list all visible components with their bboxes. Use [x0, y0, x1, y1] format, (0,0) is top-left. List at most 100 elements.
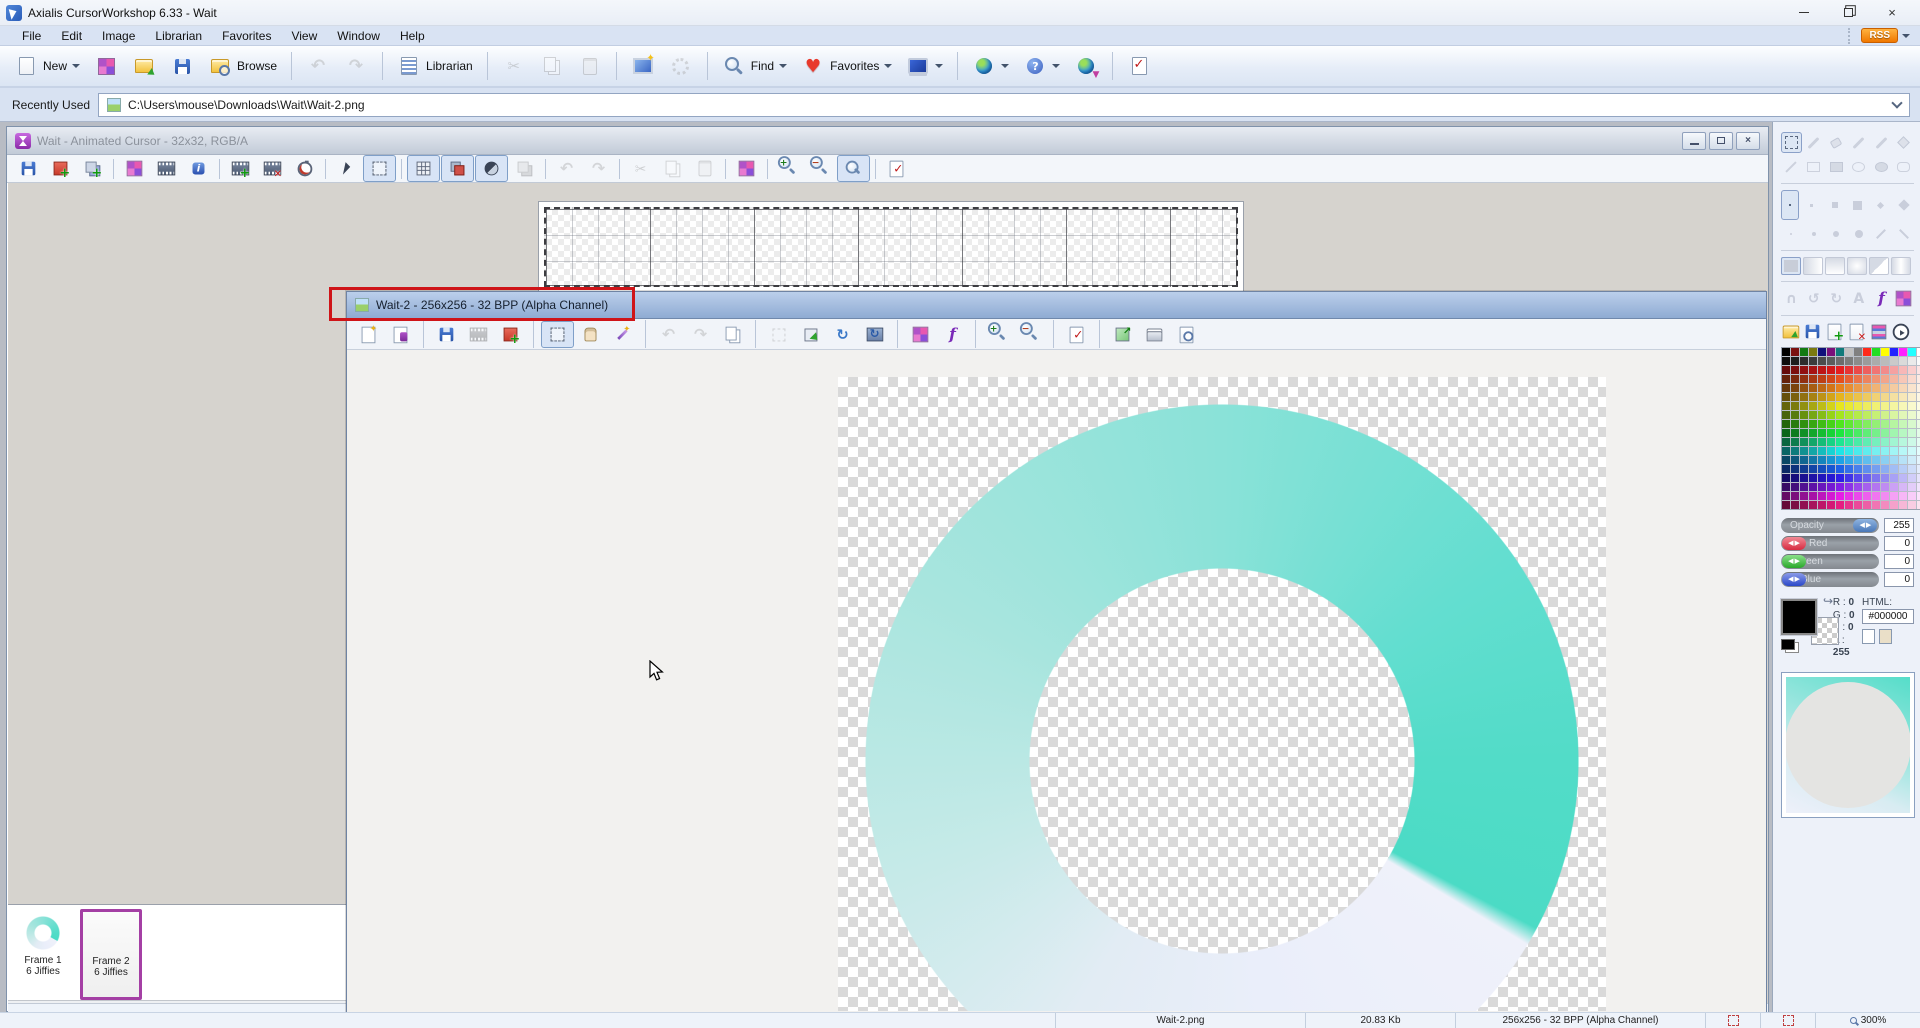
palette-color[interactable] [1863, 402, 1871, 410]
palette-color[interactable] [1899, 465, 1907, 473]
palette-color[interactable] [1872, 384, 1880, 392]
verify-icon[interactable] [1061, 322, 1092, 347]
palette-color[interactable] [1809, 411, 1817, 419]
frame-add-icon[interactable] [495, 322, 526, 347]
favorites-dropdown-icon[interactable] [884, 64, 892, 68]
palette-color[interactable] [1827, 411, 1835, 419]
palette-color[interactable] [1845, 429, 1853, 437]
open-icon[interactable] [126, 51, 162, 81]
palette-color[interactable] [1800, 384, 1808, 392]
palette-color[interactable] [1872, 465, 1880, 473]
palette-color[interactable] [1845, 348, 1853, 356]
palette-color[interactable] [1818, 357, 1826, 365]
palette-color[interactable] [1809, 492, 1817, 500]
palette-color[interactable] [1827, 420, 1835, 428]
palette-color[interactable] [1908, 411, 1916, 419]
image-canvas[interactable] [348, 351, 1765, 1011]
palette-color[interactable] [1908, 420, 1916, 428]
palette-color[interactable] [1872, 501, 1880, 509]
palette-color[interactable] [1809, 384, 1817, 392]
palette-color[interactable] [1854, 411, 1862, 419]
palette-color[interactable] [1899, 438, 1907, 446]
palette-color[interactable] [1863, 474, 1871, 482]
palette-color[interactable] [1782, 483, 1790, 491]
librarian-button[interactable]: Librarian [391, 51, 479, 81]
palette-color[interactable] [1827, 429, 1835, 437]
palette-color[interactable] [1881, 420, 1889, 428]
palette-color[interactable] [1836, 375, 1844, 383]
palette-color[interactable] [1872, 456, 1880, 464]
green-slider[interactable]: Green ◀▶ [1781, 554, 1879, 569]
browse-button[interactable]: Browse [202, 51, 283, 81]
zoom-in-icon[interactable] [983, 322, 1014, 347]
zoom-in-icon[interactable] [773, 156, 804, 181]
palette-color[interactable] [1791, 429, 1799, 437]
palette-color[interactable] [1818, 438, 1826, 446]
palette-color[interactable] [1782, 429, 1790, 437]
preview-icon[interactable] [1171, 322, 1202, 347]
red-slider[interactable]: Red ◀▶ [1781, 536, 1879, 551]
palette-color[interactable] [1791, 501, 1799, 509]
palette-color[interactable] [1863, 393, 1871, 401]
palette-color[interactable] [1845, 492, 1853, 500]
palette-color[interactable] [1908, 438, 1916, 446]
palette-color[interactable] [1809, 456, 1817, 464]
palette-color[interactable] [1863, 366, 1871, 374]
palette-color[interactable] [1854, 348, 1862, 356]
find-dropdown-icon[interactable] [779, 64, 787, 68]
palette-color[interactable] [1854, 393, 1862, 401]
palette-color[interactable] [1827, 483, 1835, 491]
restore-button[interactable] [1826, 1, 1870, 25]
palette-color[interactable] [1800, 393, 1808, 401]
find-button[interactable]: Find [716, 51, 793, 81]
palette-color[interactable] [1818, 348, 1826, 356]
palette-color[interactable] [1881, 501, 1889, 509]
palette-color[interactable] [1890, 447, 1898, 455]
film-delete-icon[interactable] [257, 156, 288, 181]
rss-button[interactable]: RSS [1861, 28, 1898, 43]
palette-color[interactable] [1908, 366, 1916, 374]
palette-color[interactable] [1863, 429, 1871, 437]
rotate-u-tool[interactable]: ∩ [1781, 288, 1802, 309]
palette-color[interactable] [1800, 375, 1808, 383]
palette-color[interactable] [1791, 393, 1799, 401]
info-icon[interactable] [183, 156, 214, 181]
palette-color[interactable] [1827, 447, 1835, 455]
palette-color[interactable] [1854, 483, 1862, 491]
hand-pan-icon[interactable] [575, 322, 606, 347]
palette-color[interactable] [1836, 438, 1844, 446]
green-value[interactable]: 0 [1884, 554, 1914, 569]
blue-value[interactable]: 0 [1884, 572, 1914, 587]
palette-color[interactable] [1800, 456, 1808, 464]
save-icon[interactable] [13, 156, 44, 181]
palette-color[interactable] [1845, 501, 1853, 509]
rectangle-tool[interactable] [1804, 156, 1825, 177]
palette-color[interactable] [1908, 456, 1916, 464]
palette-color[interactable] [1836, 465, 1844, 473]
palette-color[interactable] [1791, 492, 1799, 500]
palette-play-icon[interactable] [1892, 323, 1909, 340]
palette-color[interactable] [1818, 393, 1826, 401]
palette-color[interactable] [1809, 357, 1817, 365]
palette-color[interactable] [1890, 483, 1898, 491]
opacity-slider[interactable]: Opacity ◀▶ [1781, 518, 1879, 533]
palette-color[interactable] [1782, 402, 1790, 410]
recent-file-combo[interactable]: C:\Users\mouse\Downloads\Wait\Wait-2.png [98, 93, 1910, 117]
palette-color[interactable] [1872, 438, 1880, 446]
palette-color[interactable] [1809, 483, 1817, 491]
palette-color[interactable] [1800, 492, 1808, 500]
palette-color[interactable] [1863, 465, 1871, 473]
minimize-button[interactable] [1782, 1, 1826, 25]
size-9-tool[interactable] [1849, 223, 1870, 244]
palette-color[interactable] [1908, 357, 1916, 365]
copy-color-icon[interactable] [1862, 629, 1875, 644]
gradient-horizontal-tool[interactable] [1803, 257, 1823, 275]
new-wizard-icon[interactable] [353, 322, 384, 347]
rectangle-filled-tool[interactable] [1826, 156, 1847, 177]
film-add-icon[interactable] [225, 156, 256, 181]
palette-color[interactable] [1836, 429, 1844, 437]
palette-color[interactable] [1836, 447, 1844, 455]
palette-color[interactable] [1899, 411, 1907, 419]
palette-color[interactable] [1818, 411, 1826, 419]
palette-color[interactable] [1845, 384, 1853, 392]
